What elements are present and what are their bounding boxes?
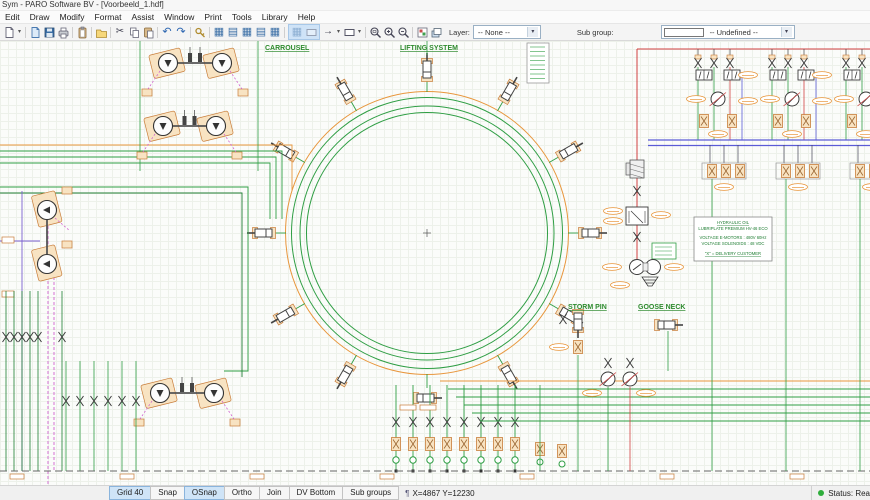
menu-item-print[interactable]: Print (199, 12, 226, 22)
menu-item-tools[interactable]: Tools (227, 12, 257, 22)
legend-box[interactable]: HYDRAULIC OILLUBRIPLATE PREMIUM HV-46 EC… (694, 217, 772, 261)
toolbar-separator (190, 27, 191, 38)
paste-special-icon[interactable] (75, 25, 89, 39)
new-file-icon[interactable] (2, 25, 16, 39)
arrow-tool-caret-icon[interactable]: ▾ (335, 25, 342, 39)
subgroup-dropdown[interactable]: -- Undefined -- ▾ (661, 25, 795, 39)
toolbar-separator (412, 27, 413, 38)
window-title: Sym - PARO Software BV - [Voorbeeld_1.hd… (0, 0, 870, 11)
menu-item-library[interactable]: Library (257, 12, 293, 22)
layer-dropdown[interactable]: -- None -- ▾ (473, 25, 541, 39)
layer-label: Layer: (449, 28, 470, 37)
print-icon[interactable] (56, 25, 70, 39)
menu-item-modify[interactable]: Modify (55, 12, 90, 22)
chevron-down-icon: ▾ (781, 27, 792, 37)
table-icon-2[interactable]: ▤ (226, 25, 240, 39)
status-toggle-ortho[interactable]: Ortho (224, 486, 260, 500)
toolbar-separator (91, 27, 92, 38)
coordinate-display: ¶ X=4867 Y=12230 (399, 486, 474, 500)
status-dot-icon (818, 490, 824, 496)
status-toggles: Grid 40SnapOSnapOrthoJoinDV BottomSub gr… (110, 486, 399, 500)
toolbar-separator (365, 27, 366, 38)
new-file-caret-icon[interactable]: ▾ (16, 25, 23, 39)
save-icon[interactable] (42, 25, 56, 39)
application-window: Sym - PARO Software BV - [Voorbeeld_1.hd… (0, 0, 870, 500)
svg-text:"X" = DELIVERY CUSTOMER: "X" = DELIVERY CUSTOMER (705, 251, 761, 256)
svg-text:HYDRAULIC OIL: HYDRAULIC OIL (717, 220, 750, 225)
coords-value: X=4867 Y=12230 (412, 489, 474, 498)
status-toggle-join[interactable]: Join (259, 486, 290, 500)
left-valve-rows[interactable] (3, 291, 140, 471)
key-icon[interactable] (193, 25, 207, 39)
image-icon[interactable] (415, 25, 429, 39)
menu-item-draw[interactable]: Draw (25, 12, 55, 22)
zoom-in-icon[interactable] (382, 25, 396, 39)
toolbar: ▾✂↶↷▦▤▦▤▦▦→▾▾ Layer: -- None -- ▾ Sub gr… (0, 24, 870, 41)
svg-text:LUBRIPLATE PREMIUM HV-46 ECO: LUBRIPLATE PREMIUM HV-46 ECO (698, 226, 768, 231)
disabled-tool-icon (304, 25, 318, 39)
svg-text:VOLTAGE E-MOTORS : 480V 60Hz: VOLTAGE E-MOTORS : 480V 60Hz (699, 235, 766, 240)
menu-item-help[interactable]: Help (293, 12, 320, 22)
toolbar-separator (25, 27, 26, 38)
paste-icon[interactable] (141, 25, 155, 39)
long-runs[interactable] (440, 381, 870, 421)
toolbar-separator (110, 27, 111, 38)
schematic-drawing[interactable]: HYDRAULIC OILLUBRIPLATE PREMIUM HV-46 EC… (0, 41, 870, 485)
status-toggle-dv-bottom[interactable]: DV Bottom (289, 486, 344, 500)
subgroup-value: -- Undefined -- (708, 28, 781, 37)
pilcrow-icon: ¶ (405, 489, 409, 498)
svg-text:STORM PIN: STORM PIN (568, 304, 607, 311)
cut-icon[interactable]: ✂ (113, 25, 127, 39)
status-message: Status: Rea (811, 486, 870, 500)
chevron-down-icon: ▾ (527, 27, 538, 37)
notes-box[interactable] (527, 43, 549, 83)
menu-item-assist[interactable]: Assist (126, 12, 159, 22)
zoom-out-icon[interactable] (396, 25, 410, 39)
status-toggle-sub-groups[interactable]: Sub groups (342, 486, 399, 500)
toolbar-separator (209, 27, 210, 38)
rectangle-tool-caret-icon[interactable]: ▾ (356, 25, 363, 39)
subgroup-swatch (664, 28, 704, 37)
menu-item-window[interactable]: Window (159, 12, 199, 22)
status-toggle-osnap[interactable]: OSnap (184, 486, 225, 500)
svg-text:VOLTAGE SOLENOIDS : 48 VDC: VOLTAGE SOLENOIDS : 48 VDC (702, 241, 765, 246)
undo-icon[interactable]: ↶ (160, 25, 174, 39)
carrousel-rings[interactable] (286, 92, 569, 375)
arrow-tool-icon[interactable]: → (321, 25, 335, 39)
menu-item-edit[interactable]: Edit (0, 12, 25, 22)
menu-bar: EditDrawModifyFormatAssistWindowPrintToo… (0, 11, 870, 24)
svg-text:GOOSE NECK: GOOSE NECK (638, 304, 685, 311)
layers-icon[interactable] (429, 25, 443, 39)
drawing-canvas[interactable]: HYDRAULIC OILLUBRIPLATE PREMIUM HV-46 EC… (0, 41, 870, 485)
disabled-tool-icon: ▦ (290, 25, 304, 39)
section-labels[interactable]: CARROUSEL LIFTING SYSTEM STORM PIN GOOSE NE… (265, 45, 685, 311)
status-text: Status: Rea (828, 489, 870, 498)
goose-neck-group[interactable] (583, 320, 684, 472)
table-icon-5[interactable]: ▦ (268, 25, 282, 39)
bottom-bus[interactable] (0, 471, 870, 479)
toolbar-separator (157, 27, 158, 38)
table-icon-4[interactable]: ▤ (254, 25, 268, 39)
layer-value: -- None -- (476, 28, 527, 37)
toolbar-separator (72, 27, 73, 38)
status-bar: Grid 40SnapOSnapOrthoJoinDV BottomSub gr… (0, 485, 870, 500)
status-toggle-grid-40[interactable]: Grid 40 (109, 486, 151, 500)
subgroup-label: Sub group: (577, 28, 614, 37)
folder-open-icon[interactable] (94, 25, 108, 39)
redo-icon[interactable]: ↷ (174, 25, 188, 39)
table-icon-1[interactable]: ▦ (212, 25, 226, 39)
disabled-tools-group: ▦ (288, 24, 320, 40)
svg-text:LIFTING SYSTEM: LIFTING SYSTEM (400, 45, 458, 52)
copy-icon[interactable] (127, 25, 141, 39)
status-toggle-snap[interactable]: Snap (150, 486, 185, 500)
svg-text:CARROUSEL: CARROUSEL (265, 45, 310, 52)
rectangle-tool-icon[interactable] (342, 25, 356, 39)
zoom-window-icon[interactable] (368, 25, 382, 39)
table-icon-3[interactable]: ▦ (240, 25, 254, 39)
power-unit[interactable] (603, 49, 684, 288)
open-drawing-icon[interactable] (28, 25, 42, 39)
toolbar-separator (284, 27, 285, 38)
statusbar-spacer (0, 486, 110, 500)
menu-item-format[interactable]: Format (90, 12, 127, 22)
